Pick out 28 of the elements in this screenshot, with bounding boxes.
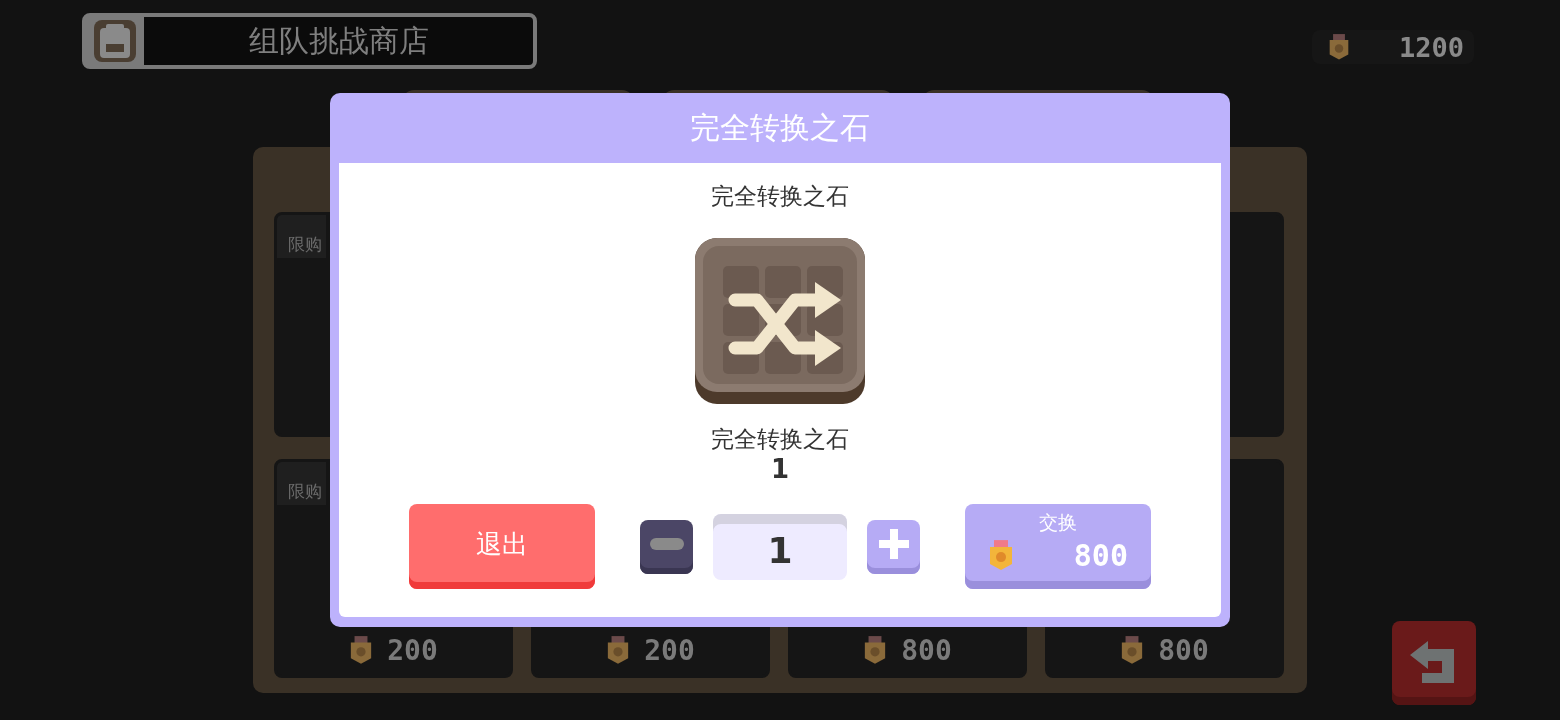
currency-amount: 1200 [1398,31,1464,63]
exchange-button[interactable]: 交换 800 [965,504,1151,589]
medal-icon [349,635,374,665]
item-price: 800 [1158,633,1209,667]
decrease-button[interactable] [640,519,693,574]
shuffle-stone-icon [695,238,865,404]
item-price: 800 [901,633,952,667]
dialog-title: 完全转换之石 [689,108,871,147]
item-count: 1 [770,454,790,484]
plus-icon [878,529,909,559]
shop-title: 组队挑战商店 [247,21,430,60]
quantity-field[interactable]: 1 [713,513,847,580]
medal-icon [606,635,631,665]
item-name: 完全转换之石 [711,182,849,211]
exit-button[interactable]: 退出 [409,504,595,589]
increase-button[interactable] [867,519,920,574]
item-caption: 完全转换之石 [711,425,849,454]
item-price: 200 [644,633,695,667]
lock-icon [92,18,138,64]
purchase-limit: 限购 [277,462,326,505]
medal-icon [1328,33,1350,61]
medal-icon [1120,635,1145,665]
medal-icon [988,539,1014,572]
purchase-limit: 限购 [277,215,326,258]
item-price: 200 [387,633,438,667]
minus-icon [649,538,684,550]
back-button[interactable] [1392,621,1476,705]
medal-icon [863,635,888,665]
